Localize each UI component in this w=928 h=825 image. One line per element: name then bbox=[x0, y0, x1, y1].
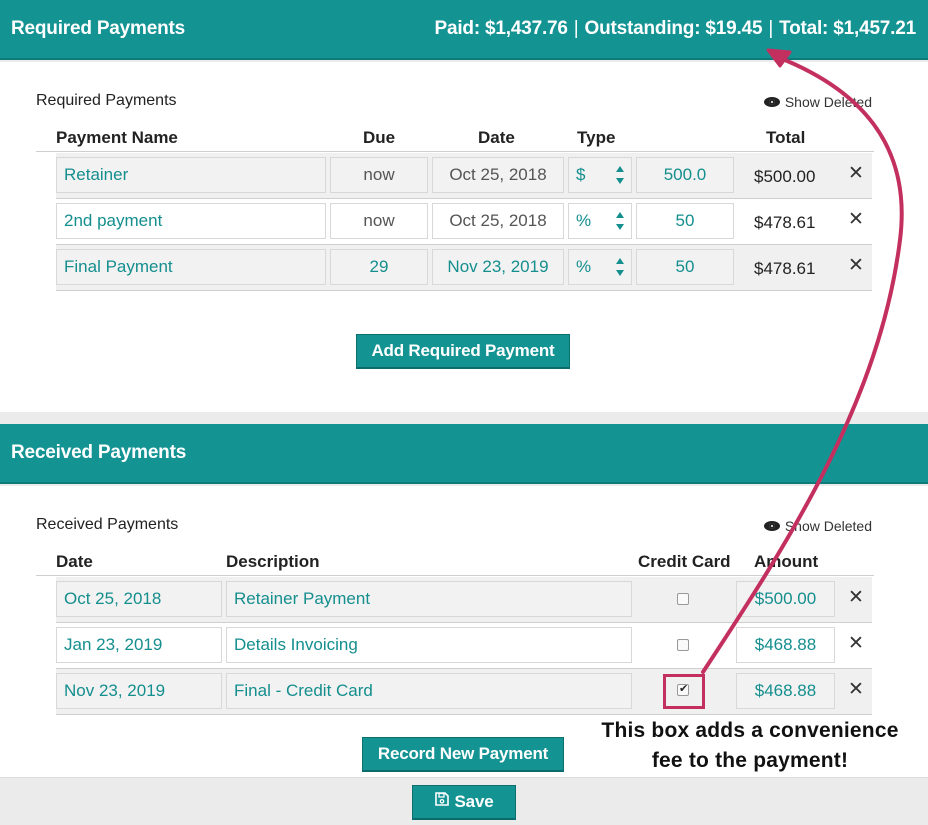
received-payments-subtitle: Received Payments bbox=[36, 516, 179, 533]
table-row: Final Payment 29 Nov 23, 2019 % 50 $478.… bbox=[56, 245, 872, 291]
save-label: Save bbox=[454, 792, 494, 811]
due-input[interactable]: now bbox=[330, 157, 428, 193]
payment-name-input[interactable]: 2nd payment bbox=[56, 203, 326, 239]
type-select-value: % bbox=[576, 211, 592, 230]
date-input[interactable]: Oct 25, 2018 bbox=[432, 203, 564, 239]
payment-name-input[interactable]: Retainer bbox=[56, 157, 326, 193]
description-input[interactable]: Details Invoicing bbox=[226, 627, 632, 663]
received-payments-title: Received Payments bbox=[11, 442, 187, 463]
table-row: Jan 23, 2019 Details Invoicing $468.88 ✕ bbox=[56, 623, 872, 669]
amount-input[interactable]: 50 bbox=[636, 249, 734, 285]
close-icon[interactable]: ✕ bbox=[848, 680, 864, 700]
outstanding-total: Outstanding: $19.45 bbox=[584, 18, 763, 39]
credit-card-checkbox[interactable] bbox=[677, 639, 689, 651]
show-deleted-label: Show Deleted bbox=[784, 518, 872, 534]
close-icon[interactable]: ✕ bbox=[848, 164, 864, 184]
type-select[interactable]: $ bbox=[568, 157, 632, 193]
table-row: Oct 25, 2018 Retainer Payment $500.00 ✕ bbox=[56, 577, 872, 623]
floppy-disk-icon bbox=[434, 785, 449, 817]
row-total: $478.61 bbox=[754, 259, 816, 278]
due-input[interactable]: 29 bbox=[330, 249, 428, 285]
table-row: Retainer now Oct 25, 2018 $ 500.0 $500.0… bbox=[56, 153, 872, 199]
table-row: Nov 23, 2019 Final - Credit Card $468.88… bbox=[56, 669, 872, 715]
callout-line-2: fee to the payment! bbox=[651, 749, 849, 772]
date-input[interactable]: Nov 23, 2019 bbox=[432, 249, 564, 285]
required-table-header: Payment Name Due Date Type Total bbox=[36, 124, 874, 152]
column-date: Date bbox=[56, 552, 93, 571]
up-down-arrows-icon bbox=[616, 212, 624, 230]
type-select[interactable]: % bbox=[568, 249, 632, 285]
required-payments-subtitle: Required Payments bbox=[36, 92, 177, 109]
separator: | bbox=[768, 18, 774, 39]
row-total: $478.61 bbox=[754, 213, 816, 232]
eye-icon bbox=[763, 97, 780, 107]
required-payments-title: Required Payments bbox=[11, 18, 185, 39]
show-deleted-toggle[interactable]: Show Deleted bbox=[763, 518, 872, 534]
required-payments-header: Required Payments Paid: $1,437.76 | Outsta… bbox=[0, 0, 928, 60]
table-row: 2nd payment now Oct 25, 2018 % 50 $478.6… bbox=[56, 199, 872, 245]
separator: | bbox=[573, 18, 579, 39]
paid-total: Paid: $1,437.76 bbox=[434, 18, 568, 39]
amount-input[interactable]: 500.0 bbox=[636, 157, 734, 193]
column-payment-name: Payment Name bbox=[56, 128, 178, 147]
date-input[interactable]: Nov 23, 2019 bbox=[56, 673, 222, 709]
footer-bar: Save bbox=[0, 777, 928, 825]
checkbox-highlight-box bbox=[663, 674, 705, 709]
close-icon[interactable]: ✕ bbox=[848, 256, 864, 276]
date-input[interactable]: Oct 25, 2018 bbox=[432, 157, 564, 193]
column-amount: Amount bbox=[754, 552, 819, 571]
column-description: Description bbox=[226, 552, 320, 571]
close-icon[interactable]: ✕ bbox=[848, 210, 864, 230]
up-down-arrows-icon bbox=[616, 258, 624, 276]
payments-page: Required Payments Paid: $1,437.76 | Outsta… bbox=[0, 0, 928, 825]
amount-input[interactable]: $468.88 bbox=[736, 627, 835, 663]
column-total: Total bbox=[766, 128, 806, 147]
payment-summary: Paid: $1,437.76 | Outstanding: $19.45 | Tota… bbox=[434, 18, 917, 40]
annotation-callout: This box adds a convenience fee to the p… bbox=[590, 716, 910, 776]
add-required-payment-button[interactable]: Add Required Payment bbox=[356, 334, 570, 369]
received-table-header: Date Description Credit Card Amount bbox=[36, 548, 874, 576]
column-date: Date bbox=[478, 128, 515, 147]
amount-input[interactable]: 50 bbox=[636, 203, 734, 239]
close-icon[interactable]: ✕ bbox=[848, 588, 864, 608]
record-new-payment-button[interactable]: Record New Payment bbox=[362, 737, 564, 772]
payment-name-input[interactable]: Final Payment bbox=[56, 249, 326, 285]
type-select[interactable]: % bbox=[568, 203, 632, 239]
required-payments-panel: Required Payments Show Deleted Payment N… bbox=[0, 62, 928, 412]
amount-input[interactable]: $500.00 bbox=[736, 581, 835, 617]
type-select-value: $ bbox=[576, 165, 586, 184]
received-payments-header: Received Payments bbox=[0, 424, 928, 484]
column-type: Type bbox=[577, 128, 616, 147]
grand-total: Total: $1,457.21 bbox=[779, 18, 916, 39]
due-input[interactable]: now bbox=[330, 203, 428, 239]
description-input[interactable]: Retainer Payment bbox=[226, 581, 632, 617]
date-input[interactable]: Jan 23, 2019 bbox=[56, 627, 222, 663]
row-total: $500.00 bbox=[754, 167, 816, 186]
column-credit-card: Credit Card bbox=[638, 552, 731, 571]
up-down-arrows-icon bbox=[616, 166, 624, 184]
eye-icon bbox=[763, 521, 780, 531]
save-button[interactable]: Save bbox=[412, 785, 516, 820]
type-select-value: % bbox=[576, 257, 592, 276]
credit-card-checkbox[interactable] bbox=[677, 593, 689, 605]
show-deleted-label: Show Deleted bbox=[784, 94, 872, 110]
show-deleted-toggle[interactable]: Show Deleted bbox=[763, 94, 872, 110]
callout-line-1: This box adds a convenience bbox=[601, 719, 899, 742]
close-icon[interactable]: ✕ bbox=[848, 634, 864, 654]
amount-input[interactable]: $468.88 bbox=[736, 673, 835, 709]
date-input[interactable]: Oct 25, 2018 bbox=[56, 581, 222, 617]
column-due: Due bbox=[363, 128, 396, 147]
description-input[interactable]: Final - Credit Card bbox=[226, 673, 632, 709]
